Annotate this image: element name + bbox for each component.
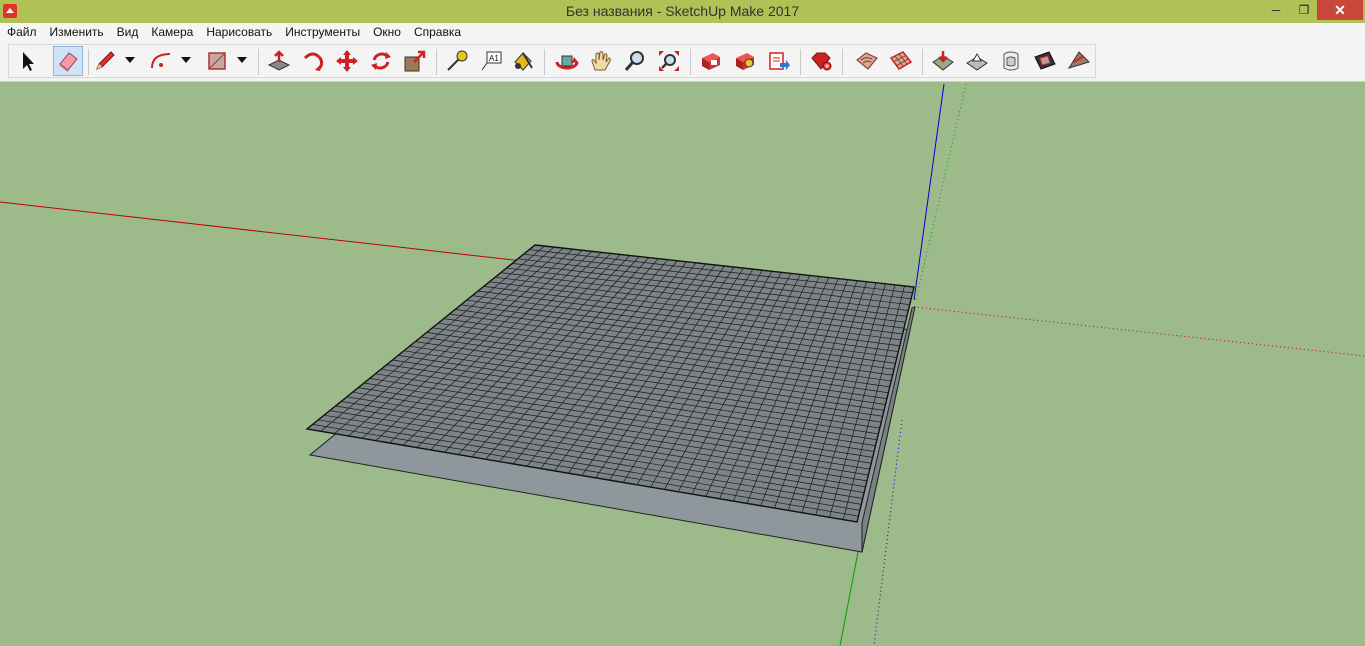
title-bar: Без названия - SketchUp Make 2017 ─ ❐ ✕ [0,0,1365,23]
warehouse-icon [702,53,720,70]
pan-hand-icon [591,51,611,71]
pencil-dropdown-chevron-icon[interactable] [124,53,136,67]
stamp-tool-button[interactable] [962,46,992,76]
extension-warehouse-button[interactable] [730,46,760,76]
blue-axis-line [913,83,945,301]
arc-tool-button[interactable] [146,46,176,76]
maximize-button[interactable]: ❐ [1291,0,1317,20]
extension-manager-button[interactable] [806,46,836,76]
toolbar: A1 [0,42,1365,82]
add-detail-tool-button[interactable] [1030,46,1060,76]
sandbox-grid-icon [889,51,913,70]
green-axis-line [839,551,859,646]
arc-dropdown-chevron-icon[interactable] [180,53,192,67]
move-tool-button[interactable] [332,46,362,76]
follow-me-tool-button[interactable] [298,46,328,76]
ruby-gem-icon [811,52,832,71]
grid-surface[interactable] [305,244,915,523]
scale-tool-button[interactable] [400,46,430,76]
orbit-tool-button[interactable] [552,46,582,76]
follow-me-icon [303,52,324,72]
flip-edge-icon [1067,51,1090,69]
text-tool-button[interactable]: A1 [476,46,506,76]
drape-tool-button[interactable] [996,46,1026,76]
pencil-tool-button[interactable] [90,46,120,76]
scale-icon [404,50,426,72]
flip-edge-tool-button[interactable] [1064,46,1094,76]
send-to-layout-icon [769,52,790,70]
model-viewport[interactable] [0,82,1365,646]
eraser-tool-button[interactable] [53,46,83,76]
menu-camera[interactable]: Камера [144,23,199,42]
red-axis-hidden-line [913,306,1365,357]
minimize-button[interactable]: ─ [1263,0,1289,20]
menu-tools[interactable]: Инструменты [278,23,366,42]
3d-scene[interactable] [0,82,1365,646]
extension-warehouse-icon [736,53,754,70]
smoove-tool-button[interactable] [928,46,958,76]
select-tool-button[interactable] [12,46,42,76]
text-label-icon: A1 [481,51,502,71]
add-detail-icon [1034,51,1056,70]
drape-icon [1003,51,1019,71]
orbit-icon [555,55,579,70]
paint-bucket-tool-button[interactable] [508,46,538,76]
smoove-icon [932,51,954,71]
rectangle-dropdown-chevron-icon[interactable] [236,53,248,67]
tape-measure-icon [447,50,468,71]
pencil-icon [96,51,115,70]
menu-help[interactable]: Справка [407,23,467,42]
select-arrow-icon [23,52,34,71]
sandbox-from-contours-button[interactable] [852,46,882,76]
pan-tool-button[interactable] [586,46,616,76]
close-button[interactable]: ✕ [1317,0,1363,20]
menu-view[interactable]: Вид [110,23,145,42]
send-to-layout-button[interactable] [764,46,794,76]
green-axis-hidden-line [915,83,967,301]
eraser-icon [59,52,78,72]
arc-icon [151,53,171,69]
paint-bucket-icon [514,52,533,71]
red-axis-line [0,201,532,263]
push-pull-tool-button[interactable] [264,46,294,76]
rotate-icon [371,52,391,70]
menu-file[interactable]: Файл [0,23,43,42]
sandbox-from-scratch-button[interactable] [886,46,916,76]
zoom-tool-button[interactable] [620,46,650,76]
rotate-tool-button[interactable] [366,46,396,76]
menu-window[interactable]: Окно [366,23,407,42]
tape-measure-tool-button[interactable] [442,46,472,76]
menu-draw[interactable]: Нарисовать [199,23,278,42]
zoom-extents-icon [659,51,679,71]
move-arrows-icon [336,50,358,72]
push-pull-icon [267,50,291,71]
3d-warehouse-button[interactable] [696,46,726,76]
stamp-icon [966,52,988,71]
svg-text:A1: A1 [489,54,499,63]
zoom-extents-tool-button[interactable] [654,46,684,76]
sandbox-contours-icon [856,52,878,70]
magnifier-icon [624,51,644,71]
rectangle-icon [208,52,226,70]
rectangle-tool-button[interactable] [202,46,232,76]
menu-bar: Файл Изменить Вид Камера Нарисовать Инст… [0,23,1365,42]
menu-edit[interactable]: Изменить [43,23,110,42]
window-title: Без названия - SketchUp Make 2017 [565,3,800,19]
